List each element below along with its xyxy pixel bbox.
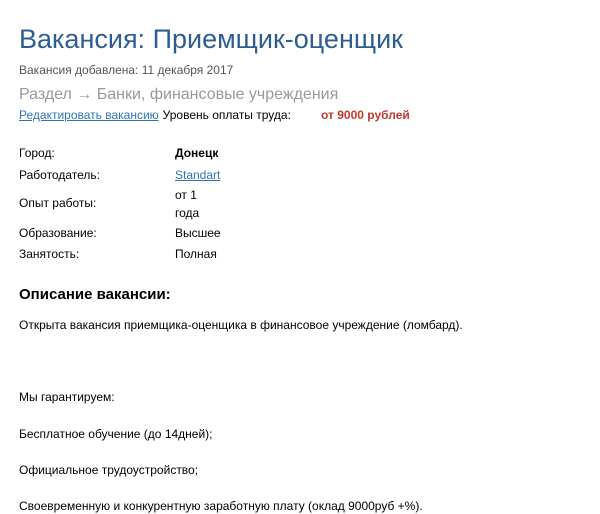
experience-label: Опыт работы: <box>19 196 97 210</box>
employer-value: Standart <box>175 167 220 183</box>
page-title: Вакансия: Приемщик-оценщик <box>19 24 403 54</box>
edit-and-pay-row: Редактировать вакансию Уровень оплаты тру… <box>19 107 410 123</box>
pay-value: от 9000 рублей <box>321 108 410 122</box>
edit-vacancy-link[interactable]: Редактировать вакансию <box>19 108 159 122</box>
city-value: Донецк <box>175 146 219 160</box>
pay-label: Уровень оплаты труда: <box>162 108 291 122</box>
employment-value: Полная <box>175 247 217 261</box>
education-value: Высшее <box>175 226 221 240</box>
employer-link[interactable]: Standart <box>175 168 220 182</box>
description-heading: Описание вакансии: <box>19 286 171 303</box>
description-paragraph: Открыта вакансия приемщика-оценщика в фи… <box>19 318 463 332</box>
description-paragraph: Бесплатное обучение (до 14дней); <box>19 427 213 441</box>
section-breadcrumb: Раздел → Банки, финансовые учреждения <box>19 86 339 103</box>
description-paragraph: Мы гарантируем: <box>19 390 115 404</box>
description-paragraph: Официальное трудоустройство; <box>19 463 199 477</box>
employer-label: Работодатель: <box>19 168 100 182</box>
city-label: Город: <box>19 146 55 160</box>
experience-value: от 1 года <box>175 188 200 220</box>
description-paragraph: Своевременную и конкурентную заработную … <box>19 499 423 513</box>
employment-label: Занятость: <box>19 247 80 261</box>
date-added: Вакансия добавлена: 11 декабря 2017 <box>19 63 234 77</box>
education-label: Образование: <box>19 226 97 240</box>
